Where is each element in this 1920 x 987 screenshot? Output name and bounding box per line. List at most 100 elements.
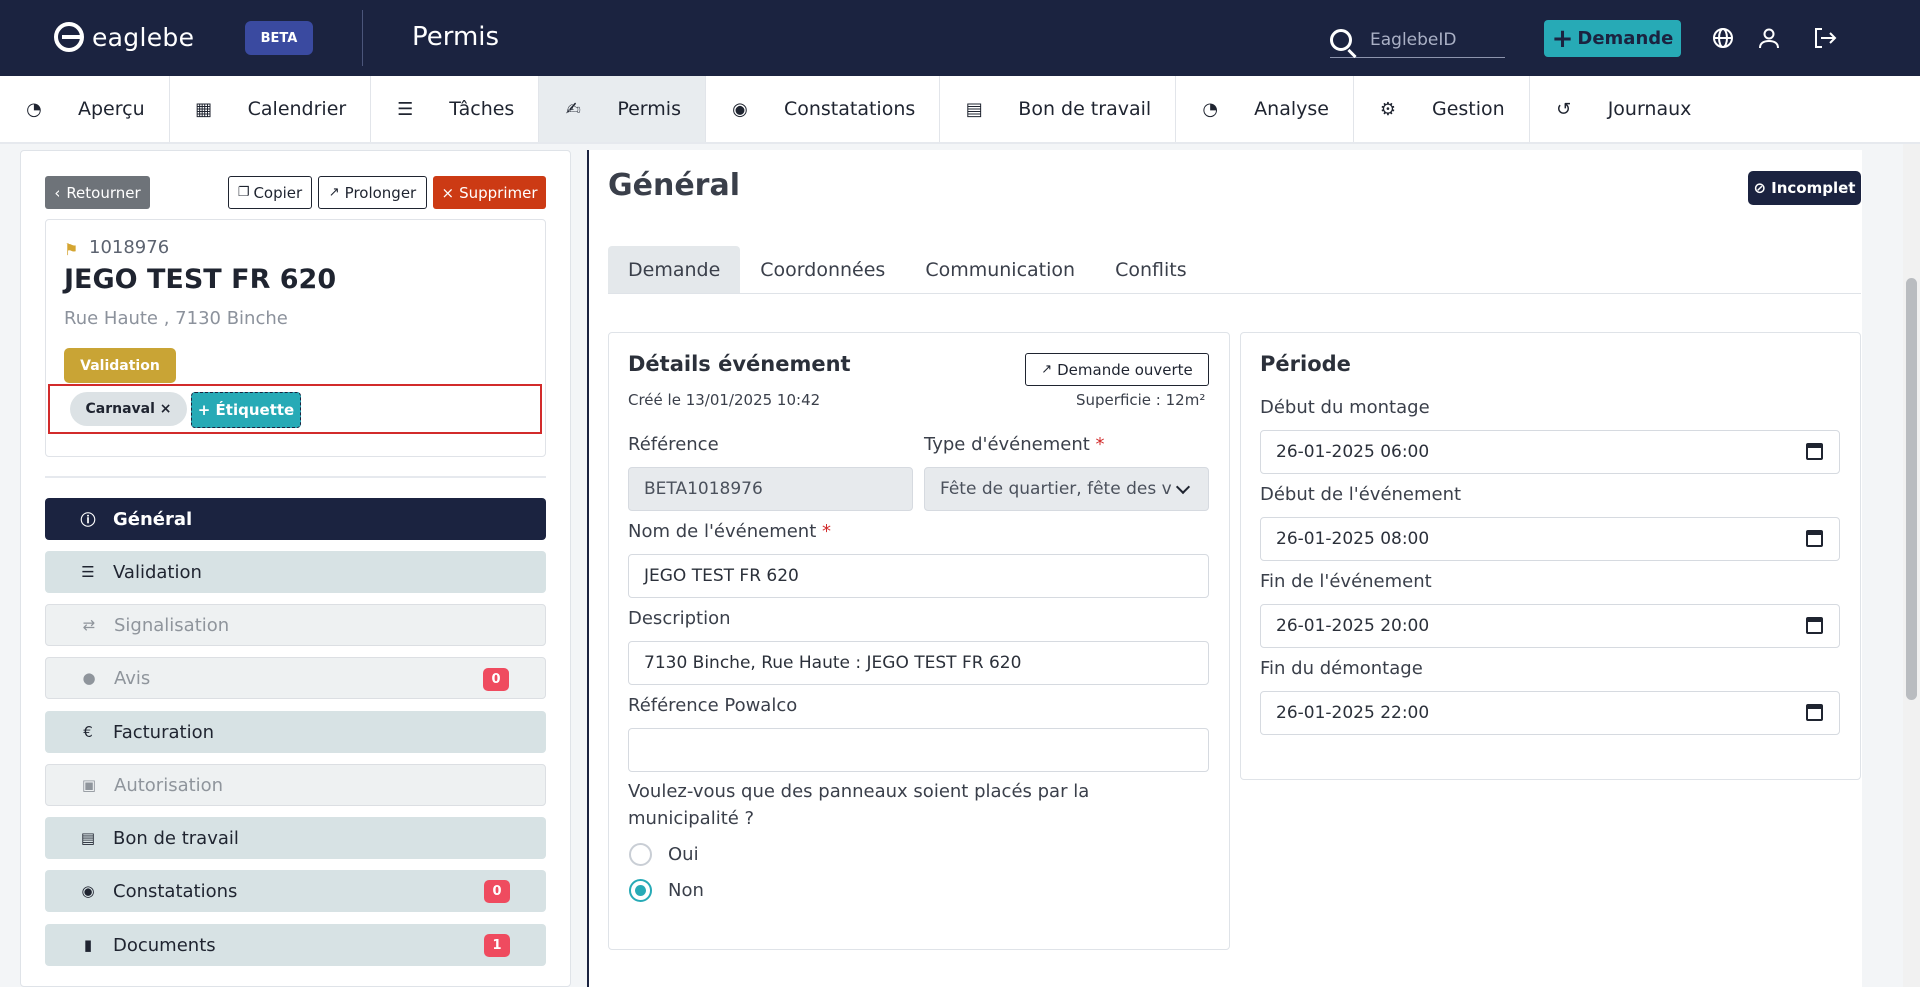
ban-icon: ⊘ (1753, 179, 1767, 197)
tab-permis[interactable]: ✍ Permis (539, 76, 706, 142)
teardown-end-label: Fin du démontage (1260, 658, 1423, 679)
gears-icon: ⚙ (1379, 98, 1397, 120)
search-placeholder: EaglebeID (1370, 29, 1457, 50)
tab-constatations[interactable]: ◉ Constatations (706, 76, 941, 142)
radio-non[interactable] (629, 879, 652, 902)
period-title: Période (1260, 352, 1351, 376)
event-name-field[interactable]: JEGO TEST FR 620 (628, 554, 1209, 598)
file-check-icon: ▣ (81, 776, 97, 794)
completion-status-label: Incomplet (1771, 179, 1856, 197)
sidebar-item-facturation[interactable]: € Facturation (45, 711, 546, 753)
event-type-select[interactable]: Fête de quartier, fête des v (924, 467, 1209, 511)
calendar-icon[interactable] (1806, 530, 1823, 547)
back-button[interactable]: ‹ Retourner (45, 176, 150, 209)
copy-button[interactable]: ❐ Copier (228, 176, 312, 209)
new-request-button[interactable]: + Demande (1544, 20, 1681, 57)
calendar-icon[interactable] (1806, 443, 1823, 460)
tab-taches[interactable]: ☰ Tâches (371, 76, 540, 142)
scrollbar-thumb[interactable] (1906, 278, 1917, 700)
tab-label: Bon de travail (1018, 98, 1152, 120)
signs-question-cont: municipalité ? (628, 808, 755, 829)
sidebar-item-documents[interactable]: ▮ Documents 1 (45, 924, 546, 966)
back-label: Retourner (66, 183, 141, 202)
completion-status-badge: ⊘ Incomplet (1748, 171, 1861, 205)
event-end-field[interactable]: 26-01-2025 20:00 (1260, 604, 1840, 648)
tab-journaux[interactable]: ↺ Journaux (1530, 76, 1716, 142)
open-request-label: Demande ouverte (1057, 360, 1193, 379)
radio-non-label: Non (668, 880, 704, 901)
sidebar-item-signalisation[interactable]: ⇄ Signalisation (45, 604, 546, 646)
sidebar-item-validation[interactable]: ☰ Validation (45, 551, 546, 593)
count-badge: 0 (483, 668, 509, 691)
page-title: Général (608, 168, 740, 203)
user-icon[interactable] (1756, 26, 1782, 52)
event-type-value: Fête de quartier, fête des v (940, 479, 1172, 499)
tab-apercu[interactable]: ◔ Aperçu (0, 76, 170, 142)
info-icon: ⓘ (80, 510, 96, 529)
tab-gestion[interactable]: ⚙ Gestion (1354, 76, 1530, 142)
eye-icon: ◉ (81, 882, 95, 900)
brand-logo[interactable]: eaglebe (54, 22, 194, 52)
description-label: Description (628, 608, 731, 629)
gauge-icon: ◔ (26, 98, 42, 120)
tab-label: Aperçu (78, 98, 145, 120)
powalco-field[interactable] (628, 728, 1209, 772)
tab-analyse[interactable]: ◔ Analyse (1176, 76, 1354, 142)
permit-id: 1018976 (89, 237, 170, 258)
powalco-label: Référence Powalco (628, 695, 798, 716)
event-type-label: Type d'événement * (924, 434, 1105, 455)
globe-icon[interactable] (1710, 26, 1736, 52)
status-badge: Validation (64, 348, 176, 383)
sidebar-item-bon-de-travail[interactable]: ▤ Bon de travail (45, 817, 546, 859)
subtab-demande[interactable]: Demande (608, 246, 741, 293)
tab-label: Journaux (1607, 98, 1692, 120)
sidebar-item-autorisation[interactable]: ▣ Autorisation (45, 764, 546, 806)
checklist-icon: ☰ (81, 563, 95, 581)
app-title: Permis (412, 22, 500, 52)
logout-icon[interactable] (1812, 26, 1838, 52)
euro-icon: € (83, 723, 93, 741)
description-field[interactable]: 7130 Binche, Rue Haute : JEGO TEST FR 62… (628, 641, 1209, 685)
sidebar-item-avis[interactable]: ● Avis 0 (45, 657, 546, 699)
sidebar-item-general[interactable]: ⓘ Général (45, 498, 546, 540)
event-start-field[interactable]: 26-01-2025 08:00 (1260, 517, 1840, 561)
share-icon: ↗ (1041, 362, 1053, 377)
chevron-left-icon: ‹ (54, 183, 61, 202)
event-name-label-text: Nom de l'événement (628, 521, 817, 542)
reference-label: Référence (628, 434, 719, 455)
plus-icon: + (1551, 23, 1574, 54)
calendar-icon[interactable] (1806, 617, 1823, 634)
reference-field[interactable]: BETA1018976 (628, 467, 913, 511)
tag-chip[interactable]: Carnaval × (70, 392, 187, 426)
delete-button[interactable]: × Supprimer (433, 176, 546, 209)
extend-button[interactable]: ↗ Prolonger (318, 176, 427, 209)
setup-start-value: 26-01-2025 06:00 (1276, 442, 1430, 462)
open-request-button[interactable]: ↗ Demande ouverte (1025, 353, 1209, 386)
radio-oui[interactable] (629, 843, 652, 866)
sidebar-item-constatations[interactable]: ◉ Constatations 0 (45, 870, 546, 912)
tab-bon-de-travail[interactable]: ▤ Bon de travail (940, 76, 1177, 142)
sidebar-item-label: Facturation (113, 721, 215, 743)
event-name-label: Nom de l'événement * (628, 521, 831, 542)
teardown-end-value: 26-01-2025 22:00 (1276, 703, 1430, 723)
setup-start-field[interactable]: 26-01-2025 06:00 (1260, 430, 1840, 474)
document-icon: ▤ (965, 98, 983, 120)
subtab-coordonnees[interactable]: Coordonnées (740, 246, 905, 293)
sidebar-item-label: Avis (114, 667, 151, 689)
divider (45, 476, 546, 478)
subtab-bar: Demande Coordonnées Communication Confli… (608, 246, 1861, 294)
sidebar-item-label: Autorisation (114, 774, 224, 796)
search-input[interactable]: EaglebeID (1330, 22, 1505, 58)
teardown-end-field[interactable]: 26-01-2025 22:00 (1260, 691, 1840, 735)
subtab-communication[interactable]: Communication (905, 246, 1095, 293)
calendar-icon[interactable] (1806, 704, 1823, 721)
permit-name: JEGO TEST FR 620 (64, 264, 337, 295)
copy-label: Copier (253, 183, 303, 202)
subtab-conflits[interactable]: Conflits (1095, 246, 1207, 293)
add-tag-button[interactable]: + Étiquette (191, 392, 301, 428)
tab-calendrier[interactable]: ▦ Calendrier (170, 76, 372, 142)
header-divider (362, 10, 363, 66)
search-icon (1330, 28, 1352, 51)
file-icon: ▮ (83, 936, 93, 954)
event-start-label: Début de l'événement (1260, 484, 1462, 505)
